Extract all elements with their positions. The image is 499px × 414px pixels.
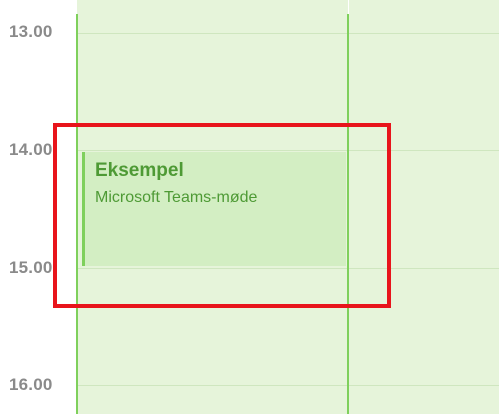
hour-line-16 [77,385,499,386]
time-label-16: 16.00 [9,375,53,394]
time-label-14: 14.00 [9,140,53,159]
time-label-13: 13.00 [9,22,53,41]
highlight-box [53,123,391,308]
time-label-15: 15.00 [9,258,53,277]
hour-line-13 [77,33,499,34]
calendar-day-view: 13.00 14.00 15.00 16.00 Eksempel Microso… [0,0,499,414]
